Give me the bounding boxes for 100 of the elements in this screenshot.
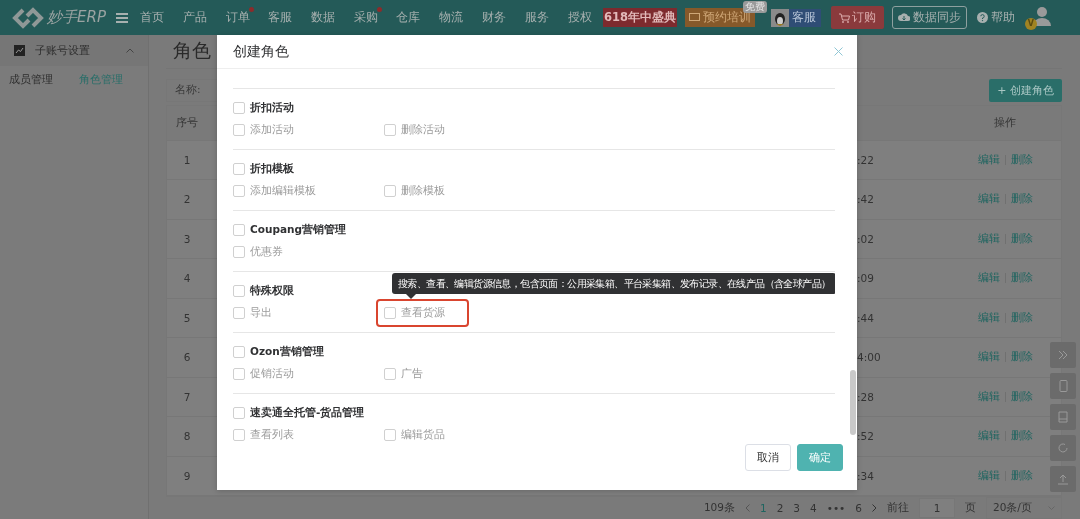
- permission-label: 导出: [250, 306, 272, 320]
- edit-link[interactable]: 编辑: [977, 429, 1000, 444]
- nav-item[interactable]: 服务: [524, 9, 549, 26]
- avatar[interactable]: V: [1024, 5, 1051, 30]
- chevron-right-icon[interactable]: [872, 504, 877, 512]
- nav-item[interactable]: 财务: [481, 9, 506, 26]
- service-button[interactable]: 客服: [770, 8, 821, 27]
- checkbox[interactable]: [384, 124, 396, 136]
- nav-item[interactable]: 采购: [353, 9, 378, 26]
- screen-icon: [688, 13, 700, 22]
- delete-link[interactable]: 删除: [1010, 350, 1033, 365]
- nav-item[interactable]: 客服: [267, 9, 292, 26]
- permission-label: 查看列表: [250, 428, 294, 442]
- checkbox[interactable]: [233, 224, 245, 236]
- checkbox[interactable]: [233, 163, 245, 175]
- table-cell-text: :34: [857, 469, 875, 482]
- checkbox[interactable]: [233, 346, 245, 358]
- nav-item[interactable]: 授权: [567, 9, 592, 26]
- delete-link[interactable]: 删除: [1010, 192, 1033, 207]
- delete-link[interactable]: 删除: [1010, 468, 1033, 483]
- checkbox[interactable]: [233, 124, 245, 136]
- free-badge: 免费: [742, 1, 767, 13]
- checkbox[interactable]: [233, 429, 245, 441]
- sidebar-tab[interactable]: 成员管理: [9, 72, 53, 87]
- menu-icon[interactable]: [115, 12, 128, 23]
- edit-link[interactable]: 编辑: [977, 389, 1000, 404]
- checkbox[interactable]: [384, 185, 396, 197]
- order-button[interactable]: 订购: [830, 6, 884, 29]
- goto-label: 前往: [887, 501, 909, 515]
- table-cell-text: :52: [857, 430, 875, 443]
- nav-item[interactable]: 数据: [310, 9, 335, 26]
- chevron-left-icon[interactable]: [744, 504, 750, 512]
- edit-link[interactable]: 编辑: [977, 271, 1000, 286]
- permission-label: 编辑货品: [401, 428, 445, 442]
- delete-link[interactable]: 删除: [1010, 310, 1033, 325]
- close-icon[interactable]: [834, 47, 843, 56]
- checkbox[interactable]: [384, 307, 396, 319]
- confirm-button[interactable]: 确定: [797, 444, 843, 471]
- checkbox[interactable]: [384, 429, 396, 441]
- delete-link[interactable]: 删除: [1010, 231, 1033, 246]
- sync-button[interactable]: 数据同步: [891, 6, 967, 29]
- checkbox[interactable]: [233, 285, 245, 297]
- promo-banner[interactable]: 618年中盛典: [602, 8, 677, 27]
- help-link[interactable]: 帮助: [976, 10, 1015, 25]
- page-number[interactable]: 4: [810, 502, 817, 514]
- table-cell-text: 9: [182, 469, 192, 482]
- side-tool-button[interactable]: [1050, 435, 1076, 461]
- nav-item[interactable]: 物流: [438, 9, 463, 26]
- side-tool-button[interactable]: [1050, 404, 1076, 430]
- page-input[interactable]: 1: [919, 498, 955, 518]
- side-tool-button[interactable]: [1050, 373, 1076, 399]
- total-count: 109条: [703, 501, 735, 515]
- permission-label: 添加编辑模板: [250, 184, 316, 198]
- table-cell-text: :09: [857, 272, 875, 285]
- page-number[interactable]: 6: [855, 502, 862, 514]
- delete-link[interactable]: 删除: [1010, 429, 1033, 444]
- nav-item[interactable]: 首页: [139, 9, 164, 26]
- checkbox[interactable]: [384, 368, 396, 380]
- permission-label: 广告: [401, 367, 423, 381]
- nav-item[interactable]: 产品: [182, 9, 207, 26]
- edit-link[interactable]: 编辑: [977, 231, 1000, 246]
- permission-label: 优惠券: [250, 245, 283, 259]
- checkbox[interactable]: [233, 246, 245, 258]
- edit-link[interactable]: 编辑: [977, 152, 1000, 167]
- cloud-download-icon: [897, 13, 910, 22]
- checkbox[interactable]: [233, 307, 245, 319]
- edit-link[interactable]: 编辑: [977, 310, 1000, 325]
- table-cell-text: 5: [182, 311, 192, 324]
- checkbox[interactable]: [233, 368, 245, 380]
- page-number[interactable]: •••: [826, 502, 846, 514]
- table-cell-text: 3: [182, 232, 192, 245]
- page-number[interactable]: 3: [793, 502, 801, 514]
- edit-link[interactable]: 编辑: [977, 468, 1000, 483]
- create-role-button[interactable]: + 创建角色: [989, 78, 1062, 102]
- nav-item[interactable]: 仓库: [395, 9, 420, 26]
- permission-label: 删除模板: [401, 184, 445, 198]
- cancel-button[interactable]: 取消: [745, 444, 791, 471]
- double-chevron-icon: [1057, 349, 1069, 361]
- checkbox[interactable]: [233, 407, 245, 419]
- table-cell-text: 6: [182, 351, 192, 364]
- delete-link[interactable]: 删除: [1010, 271, 1033, 286]
- help-icon: [976, 12, 988, 23]
- page-number[interactable]: 2: [776, 502, 784, 514]
- delete-link[interactable]: 删除: [1010, 389, 1033, 404]
- nav-item[interactable]: 订单: [225, 9, 250, 26]
- scrollbar-thumb[interactable]: [850, 370, 856, 435]
- table-cell-text: 4: [182, 272, 192, 285]
- page-unit: 页: [965, 501, 976, 515]
- page-number[interactable]: 1: [759, 502, 767, 514]
- logo-icon: [12, 6, 44, 29]
- side-tool-button[interactable]: [1050, 342, 1076, 368]
- table-cell-text: 4:00: [857, 351, 882, 364]
- table-cell-text: 7: [182, 390, 192, 403]
- edit-link[interactable]: 编辑: [977, 192, 1000, 207]
- checkbox[interactable]: [233, 185, 245, 197]
- delete-link[interactable]: 删除: [1010, 152, 1033, 167]
- side-tool-button[interactable]: [1050, 466, 1076, 492]
- table-cell-text: :02: [857, 232, 875, 245]
- checkbox[interactable]: [233, 102, 245, 114]
- edit-link[interactable]: 编辑: [977, 350, 1000, 365]
